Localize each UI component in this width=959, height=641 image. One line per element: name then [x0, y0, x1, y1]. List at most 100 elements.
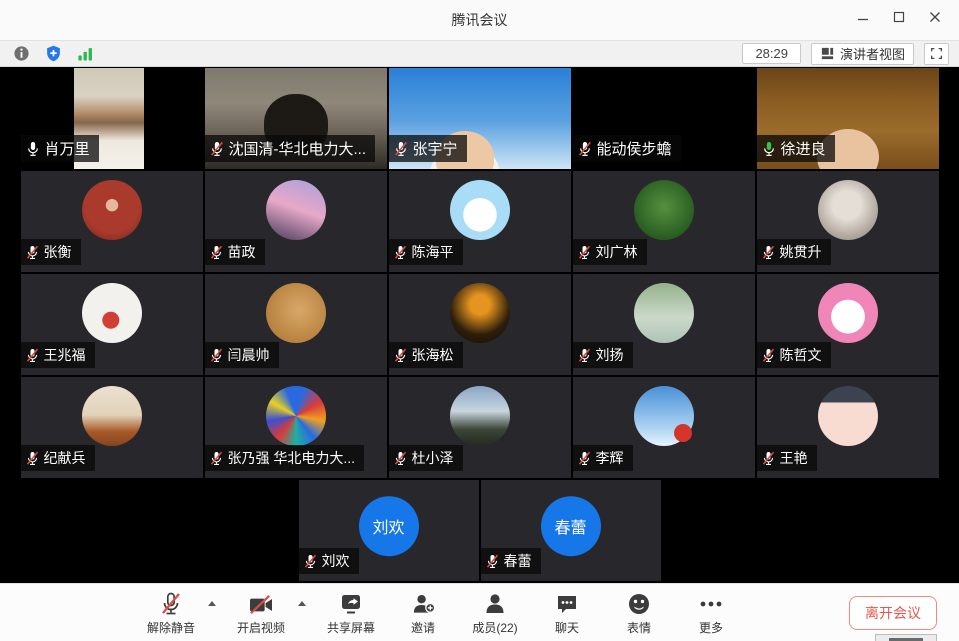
- participant-tile[interactable]: 王艳: [757, 377, 939, 478]
- participant-name: 徐进良: [781, 138, 826, 159]
- chevron-up-icon[interactable]: [208, 601, 216, 606]
- video-grid: 肖万里沈国清-华北电力大...张宇宁能动侯步蟾徐进良张衡苗政陈海平刘广林姚贯升王…: [0, 67, 959, 583]
- mic-muted-icon: [25, 451, 40, 466]
- fullscreen-button[interactable]: [924, 43, 949, 65]
- participant-name-label: 王兆福: [21, 342, 95, 368]
- mic-muted-icon: [761, 348, 776, 363]
- participant-name-label: 苗政: [205, 239, 265, 265]
- participant-name-label: 刘欢: [299, 548, 359, 574]
- participant-tile[interactable]: 陈哲文: [757, 274, 939, 375]
- speaker-view-label: 演讲者视图: [840, 44, 905, 63]
- mic-muted-icon: [393, 245, 408, 260]
- participant-tile[interactable]: 能动侯步蟾: [573, 68, 755, 169]
- participant-tile[interactable]: 陈海平: [389, 171, 571, 272]
- avatar: [450, 283, 510, 343]
- participant-tile[interactable]: 张乃强 华北电力大...: [205, 377, 387, 478]
- mic-muted-icon: [577, 348, 592, 363]
- participant-name: 苗政: [228, 242, 256, 262]
- participant-tile[interactable]: 刘欢刘欢: [299, 480, 479, 581]
- toolbar-item-label: 解除静音: [147, 619, 195, 636]
- participant-name: 杜小泽: [412, 448, 454, 468]
- avatar: [82, 180, 142, 240]
- mic-muted-icon: [209, 245, 224, 260]
- toolbar-item[interactable]: 聊天: [538, 590, 596, 636]
- emoji-icon: [627, 590, 651, 616]
- avatar: [82, 283, 142, 343]
- status-bar-right: 28:29 演讲者视图: [742, 43, 949, 65]
- toolbar-item[interactable]: 开启视频: [232, 590, 290, 636]
- mic-muted-icon: [25, 348, 40, 363]
- toolbar-item-label: 聊天: [555, 619, 579, 636]
- title-bar: 腾讯会议: [0, 0, 959, 40]
- avatar: 刘欢: [359, 496, 419, 556]
- participant-tile[interactable]: 闫晨帅: [205, 274, 387, 375]
- mic-muted-icon: [209, 141, 225, 157]
- chevron-up-icon[interactable]: [298, 601, 306, 606]
- toolbar-item-label: 表情: [627, 619, 651, 636]
- toolbar-item[interactable]: 更多: [682, 590, 740, 636]
- participant-tile[interactable]: 沈国清-华北电力大...: [205, 68, 387, 169]
- meeting-security-button[interactable]: [42, 44, 64, 64]
- speaker-view-button[interactable]: 演讲者视图: [811, 43, 914, 65]
- participant-tile[interactable]: 李辉: [573, 377, 755, 478]
- participant-tile[interactable]: 徐进良: [757, 68, 939, 169]
- mic-muted-icon: [577, 451, 592, 466]
- participant-name-label: 张宇宁: [389, 135, 467, 162]
- participant-name: 沈国清-华北电力大...: [229, 138, 367, 159]
- maximize-button[interactable]: [885, 6, 913, 28]
- video-grid-row: 王兆福 闫晨帅张海松 刘扬陈哲文: [0, 274, 959, 375]
- participant-name-label: 杜小泽: [389, 445, 463, 471]
- participant-name: 刘广林: [596, 242, 638, 262]
- mic-muted-icon: [393, 348, 408, 363]
- participant-tile[interactable]: 王兆福: [21, 274, 203, 375]
- close-button[interactable]: [921, 6, 949, 28]
- mic-muted-icon: [577, 141, 593, 157]
- participant-tile[interactable]: 肖万里: [21, 68, 203, 169]
- mic-muted-icon: [209, 451, 224, 466]
- meeting-info-button[interactable]: [10, 44, 32, 64]
- toolbar-item[interactable]: 成员(22): [466, 590, 524, 636]
- toolbar-item[interactable]: 共享屏幕: [322, 590, 380, 636]
- participant-tile[interactable]: 杜小泽: [389, 377, 571, 478]
- avatar: [634, 386, 694, 446]
- toolbar-item[interactable]: 邀请: [394, 590, 452, 636]
- share-screen-icon: [339, 590, 363, 616]
- avatar: [818, 283, 878, 343]
- camera-off-icon: [248, 590, 274, 616]
- invite-icon: [411, 590, 436, 616]
- participant-tile[interactable]: 张海松: [389, 274, 571, 375]
- participant-tile[interactable]: 刘广林: [573, 171, 755, 272]
- participant-tile[interactable]: 春蕾春蕾: [481, 480, 661, 581]
- mic-muted-icon: [761, 451, 776, 466]
- leave-meeting-button[interactable]: 离开会议: [849, 596, 937, 630]
- participant-tile[interactable]: 姚贯升: [757, 171, 939, 272]
- participant-tile[interactable]: 刘扬: [573, 274, 755, 375]
- avatar: [634, 180, 694, 240]
- participant-tile[interactable]: 苗政: [205, 171, 387, 272]
- mic-muted-icon: [485, 554, 500, 569]
- participant-name-label: 张乃强 华北电力大...: [205, 445, 365, 471]
- avatar: [818, 180, 878, 240]
- participant-tile[interactable]: 张宇宁: [389, 68, 571, 169]
- participant-name-label: 王艳: [757, 445, 817, 471]
- participant-name-label: 张衡: [21, 239, 81, 265]
- mic-muted-icon: [577, 245, 592, 260]
- mic-muted-icon: [209, 348, 224, 363]
- minimize-icon: [857, 11, 869, 23]
- mic-muted-icon: [303, 554, 318, 569]
- participant-name: 张海松: [412, 345, 454, 365]
- toolbar-item-label: 成员(22): [472, 619, 517, 636]
- participant-tile[interactable]: 纪献兵: [21, 377, 203, 478]
- avatar: [450, 180, 510, 240]
- participant-tile[interactable]: 张衡: [21, 171, 203, 272]
- avatar: [634, 283, 694, 343]
- participant-name-label: 沈国清-华北电力大...: [205, 135, 376, 162]
- toolbar-item[interactable]: 解除静音: [142, 590, 200, 636]
- toolbar-item[interactable]: 表情: [610, 590, 668, 636]
- participant-name: 能动侯步蟾: [597, 138, 672, 159]
- network-quality-button[interactable]: [74, 44, 96, 64]
- participant-name-label: 陈哲文: [757, 342, 831, 368]
- mic-on-icon: [25, 141, 41, 157]
- fullscreen-icon: [930, 47, 943, 60]
- minimize-button[interactable]: [849, 6, 877, 28]
